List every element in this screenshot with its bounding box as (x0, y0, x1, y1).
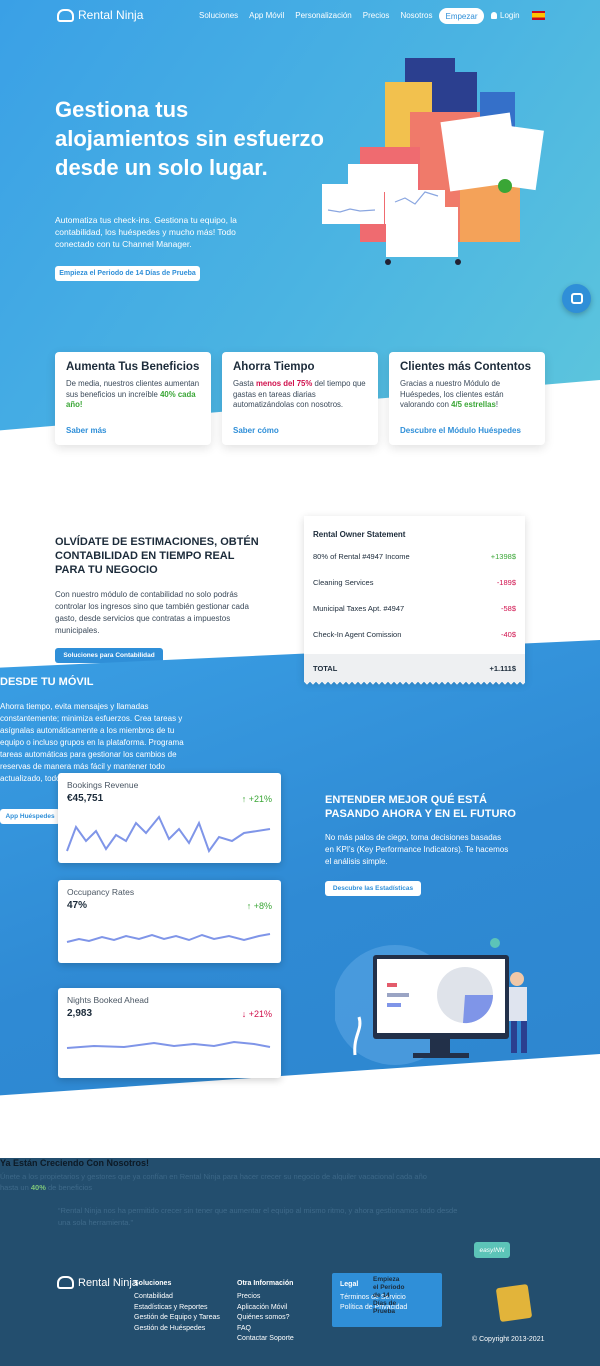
footer-col-title: Otra Información (237, 1280, 294, 1287)
analytics-illustration (335, 938, 527, 1065)
feature-card-beneficios: Aumenta Tus Beneficios De media, nuestro… (55, 352, 211, 445)
footer-col-soluciones: Soluciones Contabilidad Estadísticas y R… (134, 1280, 220, 1335)
brand-name: Rental Ninja (78, 8, 144, 22)
statement-row: Municipal Taxes Apt. #4947 -58$ (313, 604, 516, 613)
kpi-card-nights: Nights Booked Ahead 2,983 ↓ +21% (58, 988, 281, 1078)
kpi-label: Occupancy Rates (67, 887, 135, 897)
spain-flag-icon[interactable] (532, 11, 545, 20)
top-nav: Rental Ninja Soluciones App Móvil Person… (0, 0, 600, 34)
hero-title: Gestiona tus alojamientos sin esfuerzo d… (55, 97, 324, 180)
feature-title: Ahorra Tiempo (233, 361, 315, 373)
footer-link[interactable]: Quiénes somos? (237, 1314, 294, 1321)
statement-zigzag (304, 682, 525, 688)
footer-link[interactable]: Contabilidad (134, 1293, 220, 1300)
feature-card-tiempo: Ahorra Tiempo Gasta menos del 75% del ti… (222, 352, 378, 445)
footer-brand-name: Rental Ninja (78, 1276, 138, 1289)
footer-link[interactable]: Gestión de Huéspedes (134, 1325, 220, 1332)
footer-brand[interactable]: Rental Ninja (57, 1276, 138, 1289)
kpi-card-occupancy: Occupancy Rates 47% ↑ +8% (58, 880, 281, 963)
trial-button[interactable]: Empieza el Periodo de 14 Días de Prueba (55, 266, 200, 281)
ninja-logo-icon (57, 8, 74, 22)
feature-title: Clientes más Contentos (400, 361, 531, 373)
kpi-label: Bookings Revenue (67, 780, 139, 790)
footer-link[interactable]: Gestión de Equipo y Tareas (134, 1314, 220, 1321)
accounting-text: Con nuestro módulo de contabilidad no so… (55, 590, 249, 635)
buildings-illustration (322, 58, 544, 265)
easyinn-logo[interactable]: easyINN (474, 1242, 510, 1258)
feature-text: De media, nuestros clientes aumentan sus… (66, 379, 200, 409)
nav-personalizacion[interactable]: Personalización (295, 11, 351, 20)
occupancy-sparkline (66, 933, 271, 943)
stats-text: No más palos de ciego, toma decisiones b… (325, 833, 509, 866)
app-huespedes-button[interactable]: App Huéspedes (0, 809, 60, 824)
award-badge-icon (495, 1283, 533, 1323)
statement-total: TOTAL +1.111$ (304, 654, 525, 682)
accounting-button[interactable]: Soluciones para Contabilidad (55, 648, 163, 663)
kpi-delta: ↓ +21% (241, 1009, 272, 1019)
footer-col-title: Soluciones (134, 1280, 172, 1287)
kpi-delta: ↑ +21% (241, 794, 272, 804)
login-link[interactable]: Login (491, 11, 520, 20)
brand-logo[interactable]: Rental Ninja (57, 8, 143, 22)
nav-precios[interactable]: Precios (363, 11, 390, 20)
feature-text: Gracias a nuestro Módulo de Huéspedes, l… (400, 379, 504, 409)
copyright: © Copyright 2013-2021 (472, 1336, 545, 1343)
footer-col-otra: Otra Información Precios Aplicación Móvi… (237, 1280, 294, 1346)
footer-link[interactable]: Precios (237, 1293, 294, 1300)
owner-statement: Rental Owner Statement 80% of Rental #49… (304, 516, 525, 682)
nights-sparkline (66, 1040, 271, 1049)
kpi-delta: ↑ +8% (246, 901, 272, 911)
feature-title: Aumenta Tus Beneficios (66, 361, 200, 373)
nav-links: Soluciones App Móvil Personalización Pre… (199, 11, 432, 20)
feature-text: Gasta menos del 75% del tiempo que gasta… (233, 379, 366, 409)
user-icon (491, 12, 497, 19)
modulo-huespedes-link[interactable]: Descubre el Módulo Huéspedes (400, 426, 521, 435)
statement-row: Check-In Agent Comission -40$ (313, 630, 516, 639)
footer-link[interactable]: Contactar Soporte (237, 1335, 294, 1342)
footer-link[interactable]: FAQ (237, 1325, 294, 1332)
feature-card-clientes: Clientes más Contentos Gracias a nuestro… (389, 352, 545, 445)
nav-nosotros[interactable]: Nosotros (400, 11, 432, 20)
mobile-title: DESDE TU MÓVIL (0, 676, 94, 688)
hero-subtitle: Automatiza tus check-ins. Gestiona tu eq… (55, 215, 237, 249)
accounting-title: OLVÍDATE DE ESTIMACIONES, OBTÉN CONTABIL… (55, 536, 259, 576)
login-label: Login (500, 11, 520, 20)
nav-app-movil[interactable]: App Móvil (249, 11, 284, 20)
kpi-value: 47% (67, 900, 88, 911)
saber-mas-link[interactable]: Saber más (66, 426, 106, 435)
footer-link[interactable]: Estadísticas y Reportes (134, 1304, 220, 1311)
statement-row: 80% of Rental #4947 Income +1398$ (313, 552, 516, 561)
saber-como-link[interactable]: Saber cómo (233, 426, 279, 435)
chat-button[interactable] (562, 284, 591, 313)
growing-title: Ya Están Creciendo Con Nosotros! (0, 1158, 150, 1168)
stats-title: ENTENDER MEJOR QUÉ ESTÁ PASANDO AHORA Y … (325, 794, 516, 820)
kpi-card-revenue: Bookings Revenue €45,751 ↑ +21% (58, 773, 281, 863)
statement-title: Rental Owner Statement (313, 530, 406, 539)
ninja-logo-icon (57, 1276, 74, 1289)
empezar-button[interactable]: Empezar (439, 8, 484, 24)
statement-row: Cleaning Services -189$ (313, 578, 516, 587)
kpi-label: Nights Booked Ahead (67, 995, 149, 1005)
growing-subtitle-2: hasta un 40% de beneficios (0, 1183, 93, 1192)
footer-trial-link[interactable]: Empieza el Periodo de 14 Días de Prueba (373, 1276, 405, 1316)
nav-soluciones[interactable]: Soluciones (199, 11, 238, 20)
revenue-sparkline (66, 815, 271, 854)
testimonial-quote: “Rental Ninja nos ha permitido crecer si… (58, 1206, 458, 1227)
footer-link[interactable]: Aplicación Móvil (237, 1304, 294, 1311)
growing-subtitle: Únete a los propietarios y gestores que … (0, 1172, 427, 1181)
stats-button[interactable]: Descubre las Estadísticas (325, 881, 421, 896)
chat-icon (570, 293, 583, 304)
